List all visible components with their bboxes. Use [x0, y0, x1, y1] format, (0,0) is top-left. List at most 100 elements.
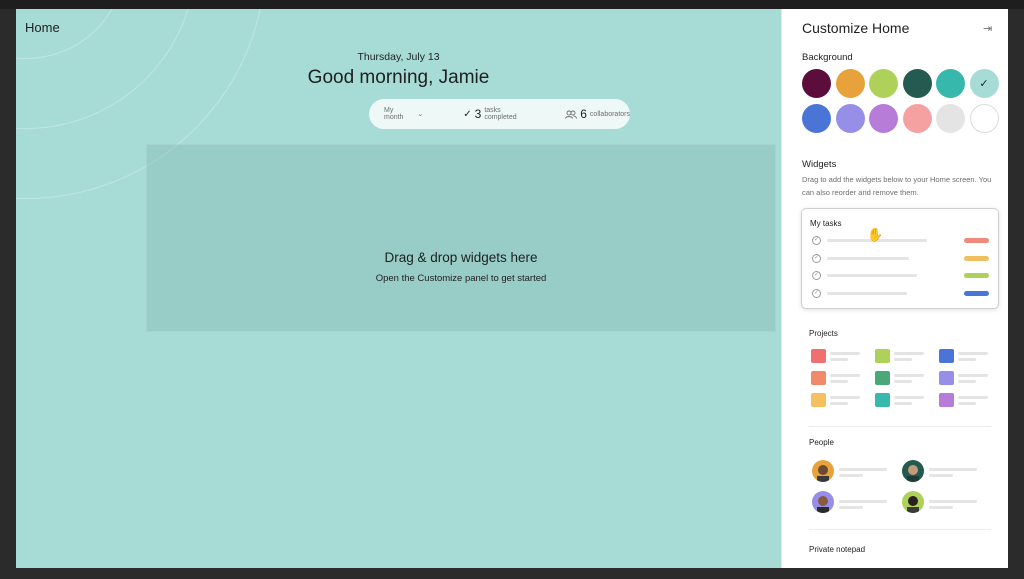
greeting-heading: Good morning, Jamie — [307, 67, 490, 88]
grab-hand-icon: ✋ — [867, 227, 884, 242]
divider — [809, 426, 991, 427]
color-swatch[interactable] — [802, 69, 831, 98]
project-placeholder-line — [894, 374, 924, 377]
project-color-square — [811, 349, 826, 363]
project-color-square — [811, 393, 826, 407]
placeholder-line — [839, 500, 887, 503]
task-check-icon: ✓ — [812, 288, 821, 298]
task-placeholder-line — [827, 274, 917, 277]
project-placeholder-line — [958, 352, 988, 355]
project-placeholder-line — [958, 380, 976, 383]
panel-title: Customize Home — [802, 20, 910, 36]
tasks-count: 3 — [474, 107, 482, 121]
project-placeholder-line — [894, 358, 912, 361]
color-swatch[interactable] — [869, 104, 898, 133]
task-tag — [964, 273, 989, 278]
task-tag — [964, 255, 989, 261]
customize-panel: Customize Home ⇥ Background ✓ Widgets Dr… — [781, 9, 1008, 568]
project-placeholder-line — [958, 374, 988, 377]
widget-my-tasks[interactable]: My tasks ✓ ✓ ✓ ✓ — [801, 208, 999, 309]
color-swatch[interactable]: ✓ — [969, 69, 999, 98]
project-placeholder-line — [894, 380, 912, 383]
people-title: People — [809, 438, 834, 447]
task-placeholder-line — [827, 291, 907, 295]
project-placeholder-line — [830, 358, 848, 361]
dropzone-title: Drag & drop widgets here — [384, 250, 538, 265]
color-swatch[interactable] — [835, 69, 865, 98]
background-label: Background — [802, 52, 853, 63]
app-window: Home Thursday, July 13 Good morning, Jam… — [16, 9, 1008, 568]
project-color-square — [875, 393, 890, 407]
collapse-panel-icon[interactable]: ⇥ — [983, 22, 992, 35]
color-swatch[interactable] — [936, 69, 965, 98]
divider — [809, 529, 991, 530]
project-placeholder-line — [830, 374, 860, 377]
color-swatch[interactable] — [835, 104, 865, 133]
project-placeholder-line — [894, 396, 924, 399]
project-color-square — [939, 393, 954, 407]
chevron-down-icon: ⌄ — [417, 111, 424, 118]
widgets-help: Drag to add the widgets below to your Ho… — [802, 175, 992, 197]
color-swatch[interactable] — [902, 104, 932, 133]
placeholder-line — [929, 506, 953, 509]
task-check-icon: ✓ — [812, 236, 821, 245]
check-icon: ✓ — [463, 108, 472, 120]
project-placeholder-line — [830, 396, 860, 399]
placeholder-line — [929, 474, 953, 477]
placeholder-line — [839, 474, 863, 477]
dropzone-subtitle: Open the Customize panel to get started — [375, 273, 547, 284]
project-placeholder-line — [830, 402, 848, 405]
collaborators-stat: 6 collaborators — [565, 107, 630, 121]
notepad-title: Private notepad — [809, 545, 866, 554]
widget-dropzone[interactable] — [146, 144, 776, 332]
color-swatch[interactable] — [802, 104, 831, 133]
tasks-label: tasks completed — [484, 107, 517, 121]
widget-private-notepad[interactable]: Private notepad — [801, 535, 999, 568]
avatar — [812, 491, 834, 513]
color-swatch[interactable] — [969, 104, 999, 133]
avatar — [902, 491, 924, 513]
project-placeholder-line — [830, 352, 860, 355]
collaborators-count: 6 — [580, 107, 587, 121]
project-color-square — [939, 349, 954, 363]
task-check-icon: ✓ — [812, 253, 821, 263]
widget-projects[interactable]: Projects — [801, 319, 999, 422]
stats-bar: My month ⌄ ✓ 3 tasks completed 6 collabo… — [369, 99, 630, 129]
task-check-icon: ✓ — [812, 271, 821, 280]
avatar — [812, 460, 834, 482]
project-color-square — [939, 371, 954, 385]
page-title: Home — [25, 20, 60, 35]
color-swatch[interactable] — [902, 69, 932, 98]
home-main: Home Thursday, July 13 Good morning, Jam… — [16, 9, 781, 568]
my-tasks-title: My tasks — [810, 219, 842, 228]
widget-people[interactable]: People — [801, 428, 999, 526]
date-label: Thursday, July 13 — [357, 51, 440, 63]
project-color-square — [875, 371, 890, 385]
placeholder-line — [929, 468, 977, 471]
widgets-label: Widgets — [802, 159, 837, 170]
task-tag — [964, 238, 989, 243]
avatar — [902, 460, 924, 482]
project-color-square — [875, 349, 890, 363]
window-top-bar — [0, 0, 1024, 9]
color-swatch[interactable] — [936, 104, 965, 133]
period-dropdown[interactable]: My month ⌄ — [384, 107, 423, 121]
project-placeholder-line — [958, 358, 976, 361]
tasks-completed-stat: ✓ 3 tasks completed — [463, 107, 534, 121]
project-placeholder-line — [894, 402, 912, 405]
collaborators-label: collaborators — [589, 110, 630, 118]
project-placeholder-line — [830, 380, 848, 383]
project-color-square — [811, 371, 826, 385]
projects-title: Projects — [809, 329, 838, 338]
project-placeholder-line — [894, 352, 924, 355]
period-label: My month — [384, 107, 404, 121]
project-placeholder-line — [958, 396, 988, 399]
check-icon: ✓ — [979, 78, 989, 90]
placeholder-line — [839, 468, 887, 471]
task-tag — [964, 290, 989, 296]
project-placeholder-line — [958, 402, 976, 405]
color-swatch[interactable] — [869, 69, 898, 98]
placeholder-line — [839, 506, 863, 509]
task-placeholder-line — [827, 256, 909, 260]
people-icon — [565, 110, 578, 119]
